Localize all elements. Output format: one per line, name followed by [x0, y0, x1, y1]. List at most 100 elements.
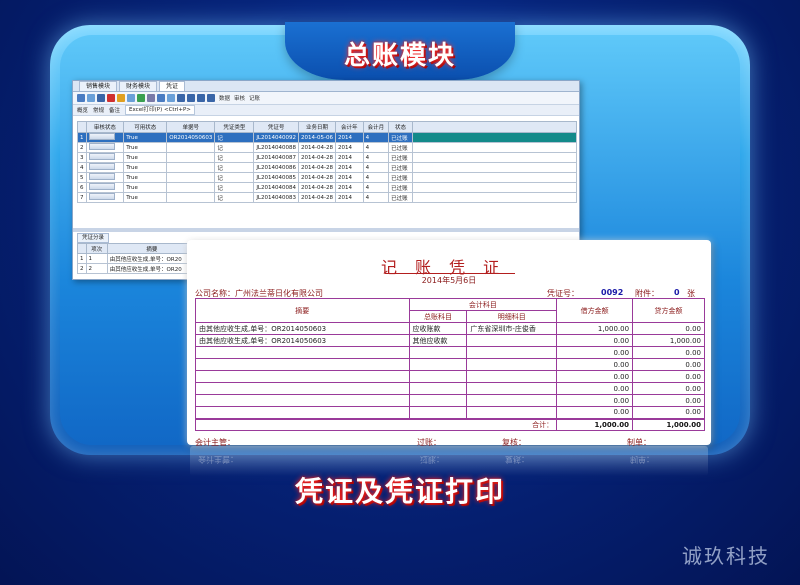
last-icon[interactable]: [207, 94, 215, 102]
entry-summary[interactable]: 由其他应收生成,单号：OR20: [106, 263, 198, 274]
month-cell[interactable]: 4: [362, 162, 390, 173]
col-available[interactable]: 可用状态: [123, 121, 168, 133]
available-cell[interactable]: True: [123, 172, 168, 183]
prev-icon[interactable]: [187, 94, 195, 102]
table-row[interactable]: 6 True 记 JL2014040084 2014-04-28 2014 4 已过账: [77, 182, 578, 193]
table-row[interactable]: 1 True OR2014050603 记 JL2014040092 2014-05-06…: [77, 132, 578, 143]
edit-icon[interactable]: [127, 94, 135, 102]
entry-summary[interactable]: 由其他应收生成,单号：OR20: [106, 253, 198, 264]
type-cell[interactable]: 记: [214, 162, 255, 173]
new-icon[interactable]: [77, 94, 85, 102]
date-cell[interactable]: 2014-04-28: [298, 142, 336, 153]
tab-voucher[interactable]: 凭证: [159, 81, 186, 91]
type-cell[interactable]: 记: [214, 172, 255, 183]
audit-button[interactable]: [88, 153, 115, 160]
audit-cell[interactable]: [85, 182, 125, 193]
table-row[interactable]: 2 True 记 JL2014040088 2014-04-28 2014 4 已过账: [77, 142, 578, 153]
splitter[interactable]: [73, 228, 579, 232]
date-cell[interactable]: 2014-04-28: [298, 162, 336, 173]
available-cell[interactable]: True: [123, 132, 168, 143]
audit-cell[interactable]: [85, 162, 125, 173]
col-doc[interactable]: 单据号: [166, 121, 216, 133]
col-summary[interactable]: 摘要: [106, 243, 198, 254]
status-cell[interactable]: 已过账: [388, 172, 413, 183]
audit-button[interactable]: [88, 143, 115, 150]
voucher-no-cell[interactable]: JL2014040092: [253, 132, 299, 143]
copy-icon[interactable]: [87, 94, 95, 102]
subtab-general[interactable]: 常规: [93, 106, 104, 114]
col-type[interactable]: 凭证类型: [214, 121, 255, 133]
entry-seq[interactable]: 1: [85, 253, 108, 264]
doc-cell[interactable]: [166, 182, 216, 193]
entry-row[interactable]: 1 1 由其他应收生成,单号：OR20: [77, 253, 198, 264]
refresh-icon[interactable]: [137, 94, 145, 102]
doc-cell[interactable]: [166, 172, 216, 183]
doc-cell[interactable]: [166, 192, 216, 203]
delete-icon[interactable]: [107, 94, 115, 102]
type-cell[interactable]: 记: [214, 192, 255, 203]
status-cell[interactable]: 已过账: [388, 152, 413, 163]
status-cell[interactable]: 已过账: [388, 192, 413, 203]
first-icon[interactable]: [177, 94, 185, 102]
year-cell[interactable]: 2014: [334, 172, 364, 183]
type-cell[interactable]: 记: [214, 142, 255, 153]
save-icon[interactable]: [97, 94, 105, 102]
audit-cell[interactable]: [85, 172, 125, 183]
voucher-no-cell[interactable]: JL2014040087: [253, 152, 299, 163]
month-cell[interactable]: 4: [362, 132, 390, 143]
voucher-no-cell[interactable]: JL2014040084: [253, 182, 299, 193]
tab-sales[interactable]: 销售模块: [79, 81, 118, 91]
entry-row[interactable]: 2 2 由其他应收生成,单号：OR20: [77, 263, 198, 274]
subtab-notes[interactable]: 备注: [109, 106, 120, 114]
date-cell[interactable]: 2014-04-28: [298, 182, 336, 193]
month-cell[interactable]: 4: [362, 182, 390, 193]
tab-finance[interactable]: 财务模块: [119, 81, 158, 91]
year-cell[interactable]: 2014: [334, 182, 364, 193]
audit-button[interactable]: [88, 183, 115, 190]
year-cell[interactable]: 2014: [334, 142, 364, 153]
status-cell[interactable]: 已过账: [388, 132, 413, 143]
doc-cell[interactable]: OR2014050603: [166, 132, 216, 143]
voucher-no-cell[interactable]: JL2014040086: [253, 162, 299, 173]
month-cell[interactable]: 4: [362, 172, 390, 183]
filter-icon[interactable]: [157, 94, 165, 102]
tab-entries[interactable]: 凭证分录: [77, 233, 110, 243]
date-cell[interactable]: 2014-04-28: [298, 172, 336, 183]
audit-button[interactable]: [88, 173, 115, 180]
type-cell[interactable]: 记: [214, 152, 255, 163]
available-cell[interactable]: True: [123, 182, 168, 193]
col-audit[interactable]: 审核状态: [85, 121, 125, 133]
year-cell[interactable]: 2014: [334, 132, 364, 143]
status-cell[interactable]: 已过账: [388, 182, 413, 193]
doc-cell[interactable]: [166, 162, 216, 173]
toolbar-post[interactable]: 记账: [249, 94, 260, 102]
audit-button[interactable]: [88, 163, 115, 170]
col-month[interactable]: 会计月: [362, 121, 390, 133]
voucher-no-cell[interactable]: JL2014040088: [253, 142, 299, 153]
audit-cell[interactable]: [85, 192, 125, 203]
voucher-no-cell[interactable]: JL2014040085: [253, 172, 299, 183]
toolbar-data[interactable]: 数据: [219, 94, 230, 102]
toolbar-review[interactable]: 审核: [234, 94, 245, 102]
next-icon[interactable]: [197, 94, 205, 102]
doc-cell[interactable]: [166, 142, 216, 153]
available-cell[interactable]: True: [123, 152, 168, 163]
table-row[interactable]: 7 True 记 JL2014040083 2014-04-28 2014 4 已过账: [77, 192, 578, 203]
subtab-overview[interactable]: 概览: [77, 106, 88, 114]
table-row[interactable]: 4 True 记 JL2014040086 2014-04-28 2014 4 已过账: [77, 162, 578, 173]
audit-cell[interactable]: [85, 142, 125, 153]
audit-cell[interactable]: [85, 152, 125, 163]
col-year[interactable]: 会计年: [334, 121, 364, 133]
available-cell[interactable]: True: [123, 192, 168, 203]
col-seq[interactable]: 项次: [85, 243, 108, 254]
col-date[interactable]: 业务日期: [298, 121, 336, 133]
print-icon[interactable]: [147, 94, 155, 102]
year-cell[interactable]: 2014: [334, 192, 364, 203]
type-cell[interactable]: 记: [214, 132, 255, 143]
entry-seq[interactable]: 2: [85, 263, 108, 274]
status-cell[interactable]: 已过账: [388, 142, 413, 153]
month-cell[interactable]: 4: [362, 192, 390, 203]
voucher-no-cell[interactable]: JL2014040083: [253, 192, 299, 203]
available-cell[interactable]: True: [123, 162, 168, 173]
table-row[interactable]: 3 True 记 JL2014040087 2014-04-28 2014 4 已过账: [77, 152, 578, 163]
